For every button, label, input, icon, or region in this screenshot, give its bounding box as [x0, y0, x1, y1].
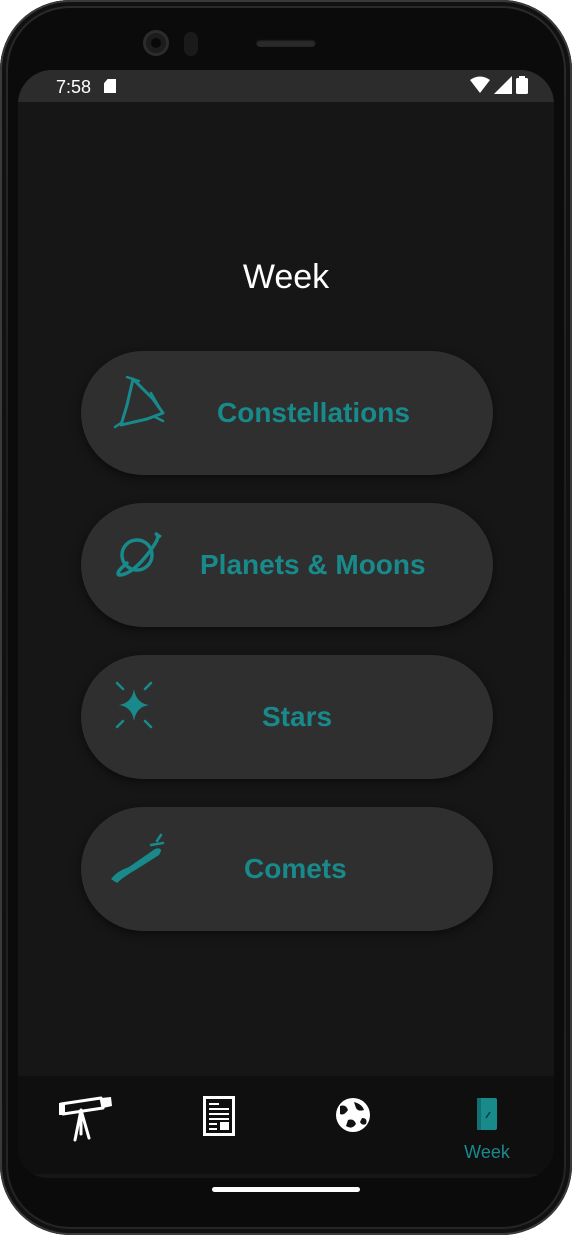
home-indicator[interactable] — [212, 1187, 360, 1192]
nav-item-week[interactable]: Week — [420, 1076, 554, 1174]
book-icon — [477, 1098, 497, 1130]
bottom-navigation: Week — [18, 1076, 554, 1174]
proximity-sensor — [184, 32, 198, 56]
status-icons — [470, 76, 528, 94]
status-time: 7:58 — [56, 77, 92, 97]
comets-label: Comets — [244, 853, 347, 884]
comets-button[interactable]: Comets — [81, 807, 493, 931]
nav-item-news[interactable] — [152, 1076, 286, 1174]
nav-item-globe[interactable] — [286, 1076, 420, 1174]
front-camera — [143, 30, 169, 56]
screen: 7:58 Week Constellations Planets & Moons… — [18, 70, 554, 1178]
battery-icon — [516, 76, 528, 94]
nav-label-week: Week — [464, 1142, 510, 1162]
star-sparkle-icon — [115, 681, 153, 729]
globe-icon — [336, 1098, 370, 1132]
wifi-icon — [470, 76, 490, 93]
main-content: Week Constellations Planets & Moons Star… — [18, 102, 554, 1076]
newspaper-icon — [203, 1096, 235, 1136]
planet-icon — [116, 531, 162, 577]
planets-moons-button[interactable]: Planets & Moons — [81, 503, 493, 627]
page-title: Week — [242, 258, 330, 296]
phone-frame: 7:58 Week Constellations Planets & Moons… — [0, 0, 572, 1235]
constellation-icon — [113, 375, 165, 429]
comet-icon — [111, 833, 165, 883]
telescope-icon — [59, 1096, 112, 1142]
signal-icon — [494, 76, 512, 94]
constellations-label: Constellations — [217, 397, 410, 428]
status-bar: 7:58 — [18, 70, 554, 102]
sd-card-icon — [104, 79, 116, 93]
planets-moons-label: Planets & Moons — [200, 549, 426, 580]
constellations-button[interactable]: Constellations — [81, 351, 493, 475]
earpiece-speaker — [256, 39, 316, 47]
stars-button[interactable]: Stars — [81, 655, 493, 779]
stars-label: Stars — [262, 701, 333, 732]
nav-item-telescope[interactable] — [18, 1076, 152, 1174]
